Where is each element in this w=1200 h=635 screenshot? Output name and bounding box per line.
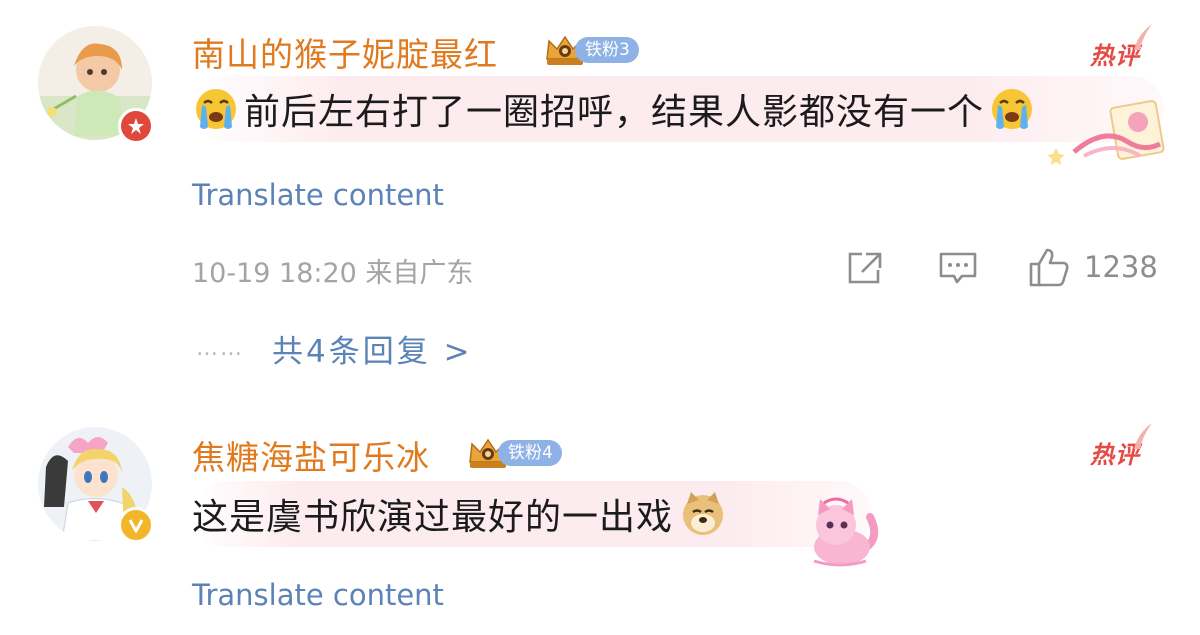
share-icon [848,252,882,284]
comment-timestamp: 10-19 18:20 来自广东 [192,258,474,289]
comment-text: 这是虞书欣演过最好的一出戏 [192,497,674,538]
replies-row: …… 共4条回复 > [196,326,473,371]
like-count: 1238 [1084,250,1158,284]
comment-content[interactable]: 这是虞书欣演过最好的一出戏 [192,489,727,539]
fan-badge-label: 铁粉3 [575,37,639,63]
comment-button[interactable] [938,250,978,286]
view-replies-link[interactable]: 共4条回复 > [272,326,473,371]
username[interactable]: 南山的猴子妮腚最红 [192,28,498,76]
pink-cat-sticker-icon [813,497,879,567]
share-button[interactable] [846,250,884,286]
fan-badge[interactable]: 铁粉3 [543,33,639,67]
username[interactable]: 焦糖海盐可乐冰 [192,431,430,479]
like-button[interactable]: 1238 [1028,246,1158,288]
thumbs-up-icon [1029,248,1069,287]
translate-content-link[interactable]: Translate content [192,578,444,612]
comment-icon [939,252,977,284]
avatar[interactable] [38,427,154,543]
crying-face-emoji-icon [992,89,1033,129]
flame-streak-icon [1134,423,1152,449]
red-star-badge-icon [118,108,154,144]
translate-content-link[interactable]: Translate content [192,178,444,212]
pink-ribbon-card-sticker-icon [1047,100,1165,165]
fan-badge[interactable]: 铁粉4 [466,436,562,470]
yellow-verified-v-badge-icon [118,507,154,543]
flame-streak-icon [1134,24,1152,50]
comment-item: 南山的猴子妮腚最红 铁粉3 热评 前后左右打了一圈招呼，结果人影都没有一个 Tr… [0,0,1200,395]
crying-face-emoji-icon [196,89,236,129]
fan-badge-label: 铁粉4 [498,440,562,466]
ellipsis-icon: …… [196,336,244,361]
hot-comment-tag: 热评 [1090,24,1152,71]
comment-text: 前后左右打了一圈招呼，结果人影都没有一个 [244,92,985,133]
comment-content[interactable]: 前后左右打了一圈招呼，结果人影都没有一个 [192,84,1036,134]
doge-emoji-icon [683,492,724,535]
hot-comment-tag: 热评 [1090,423,1152,470]
avatar[interactable] [38,26,154,144]
comment-item: 焦糖海盐可乐冰 铁粉4 热评 这是虞书欣演过最好的一出戏 Translate c… [0,395,1200,635]
